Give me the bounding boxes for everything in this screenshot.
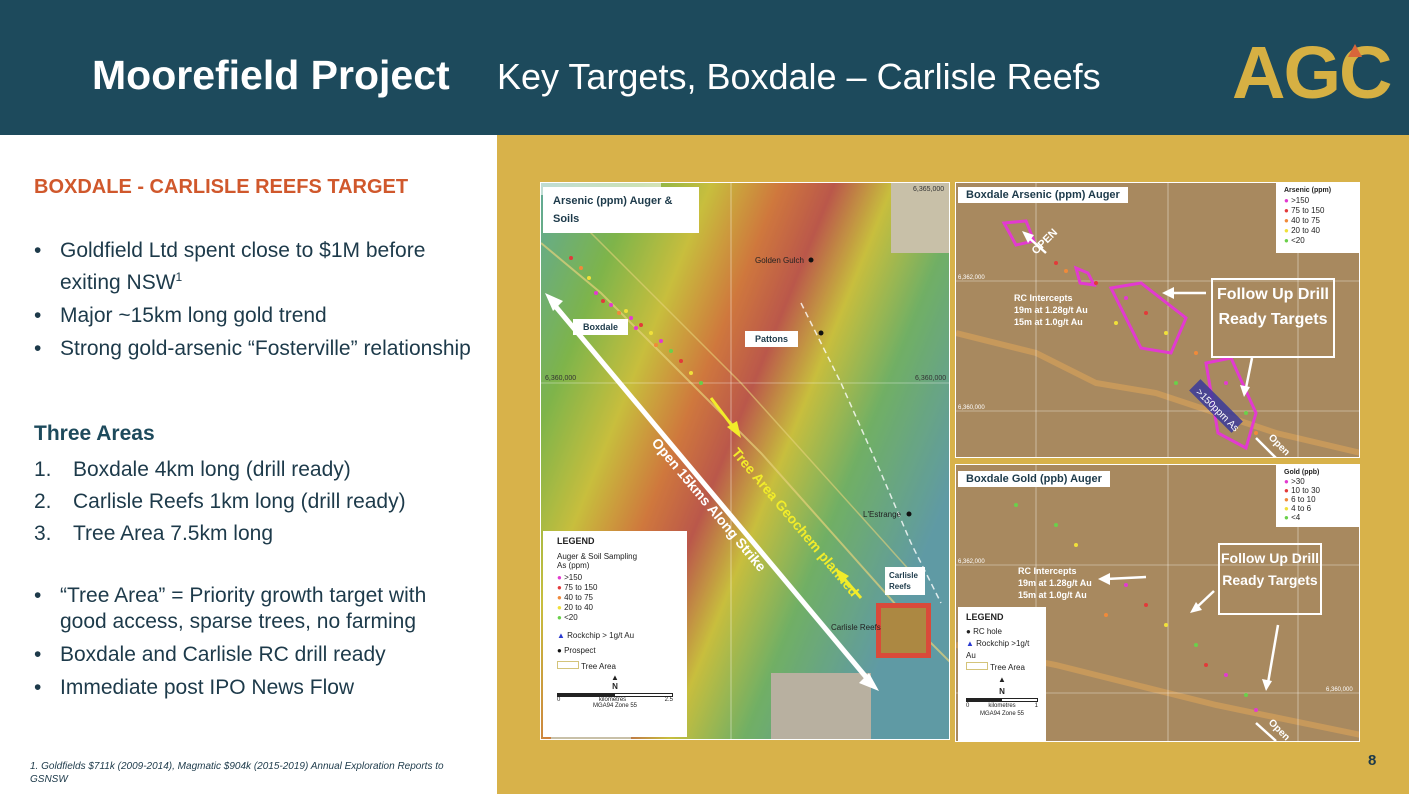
areas-heading: Three Areas [34, 422, 155, 445]
logo-triangle-icon [1348, 44, 1362, 57]
legend-tree-area: Tree Area [557, 661, 673, 671]
legend-item: ● >150 [557, 573, 583, 582]
main-arsenic-map: Open 15kms Along Strike Tree Area Geoche… [540, 182, 950, 740]
gold-map-title: Boxdale Gold (ppb) Auger [958, 471, 1110, 487]
legend-item: ● 40 to 75 [557, 593, 593, 602]
legend-item: ● 20 to 40 [557, 603, 593, 612]
bullet-list-1: Goldfield Ltd spent close to $1M before … [34, 238, 474, 369]
gold-legend: Gold (ppb) ● >30 ● 10 to 30 ● 6 to 10 ● … [1276, 465, 1359, 527]
follow-up-box: Follow Up Drill Ready Targets [1218, 543, 1322, 615]
bullet-item: Strong gold-arsenic “Fosterville” relati… [34, 336, 474, 362]
legend-units: As (ppm) [557, 561, 590, 570]
arsenic-legend: Arsenic (ppm) ● >150 ● 75 to 150 ● 40 to… [1276, 183, 1359, 253]
boxdale-arsenic-map: >150ppm As OPEN Open 6,362,000 6,360,000… [955, 182, 1360, 458]
bullet-item: Boxdale and Carlisle RC drill ready [34, 642, 474, 668]
carlisle-label: Carlisle Reefs [885, 567, 925, 595]
boxdale-label: Boxdale [573, 319, 629, 335]
bullet-item: Immediate post IPO News Flow [34, 675, 474, 701]
northing-label: 6,365,000 [913, 186, 944, 193]
legend-item: ● 75 to 150 [557, 583, 598, 592]
area-text: Tree Area 7.5km long [73, 522, 273, 545]
northing-label: 6,360,000 [915, 375, 946, 382]
place-label: Carlisle Reefs [831, 623, 881, 632]
rc-intercepts-label: RC Intercepts 19m at 1.28g/t Au 15m at 1… [1014, 293, 1088, 327]
areas-list: 1. Boxdale 4km long (drill ready) 2. Carli… [34, 454, 484, 550]
footnote: 1. Goldfields $711k (2009-2014), Magmati… [30, 761, 444, 785]
page-title: Moorefield Project [92, 52, 450, 98]
page-subtitle: Key Targets, Boxdale – Carlisle Reefs [497, 56, 1101, 97]
place-label: Golden Gulch [755, 256, 804, 265]
agc-logo: AGC [1232, 31, 1392, 114]
legend-rockchip: ▲ Rockchip > 1g/t Au [557, 631, 635, 640]
area-text: Carlisle Reefs 1km long (drill ready) [73, 490, 406, 513]
map-zone: MGA94 Zone 55 [592, 703, 638, 709]
svg-text:6,362,000: 6,362,000 [958, 559, 985, 565]
svg-text:6,360,000: 6,360,000 [958, 405, 985, 411]
north-arrow-icon: ▲ N [998, 675, 1006, 696]
bullet-list-2: “Tree Area” = Priority growth target wit… [34, 583, 474, 708]
legend-prospect: ● Prospect [557, 646, 596, 655]
main-map-legend: LEGEND Auger & Soil Sampling As (ppm) ● … [543, 531, 687, 737]
main-map-title: Arsenic (ppm) Auger & Soils [543, 187, 699, 233]
boxdale-gold-map: Open 6,362,000 6,360,000 Boxdale Gold (p… [955, 464, 1360, 742]
area-number: 1. [34, 458, 52, 481]
rc-intercepts-label: RC Intercepts 19m at 1.28g/t Au 15m at 1… [1018, 566, 1092, 600]
svg-text:6,362,000: 6,362,000 [958, 275, 985, 281]
north-arrow-icon: ▲ N [611, 673, 619, 691]
footnote-ref: 1 [175, 270, 183, 284]
area-item: 3. Tree Area 7.5km long [34, 518, 484, 550]
bullet-item: Goldfield Ltd spent close to $1M before … [34, 238, 474, 296]
area-number: 3. [34, 522, 52, 545]
bullet-text: Goldfield Ltd spent close to $1M before … [60, 239, 426, 294]
area-item: 2. Carlisle Reefs 1km long (drill ready) [34, 486, 484, 518]
area-text: Boxdale 4km long (drill ready) [73, 458, 351, 481]
gold-map-legend: LEGEND ● RC hole ▲ Rockchip >1g/t Au Tre… [958, 607, 1046, 741]
legend-item: ● <20 [557, 613, 578, 622]
page-number: 8 [1368, 752, 1377, 769]
svg-text:6,360,000: 6,360,000 [1326, 687, 1353, 693]
area-number: 2. [34, 490, 52, 513]
place-label: L'Estrange [863, 510, 902, 519]
arsenic-map-title: Boxdale Arsenic (ppm) Auger [958, 187, 1128, 203]
bullet-item: Major ~15km long gold trend [34, 303, 474, 329]
follow-up-box: Follow Up Drill Ready Targets [1211, 278, 1335, 358]
legend-subtitle: Auger & Soil Sampling [557, 552, 638, 561]
legend-title: LEGEND [557, 536, 595, 546]
pattons-label: Pattons [745, 331, 799, 347]
bullet-item: “Tree Area” = Priority growth target wit… [34, 583, 474, 635]
section-title: BOXDALE - CARLISLE REEFS TARGET [34, 176, 409, 198]
area-item: 1. Boxdale 4km long (drill ready) [34, 454, 484, 486]
northing-label: 6,360,000 [545, 375, 576, 382]
